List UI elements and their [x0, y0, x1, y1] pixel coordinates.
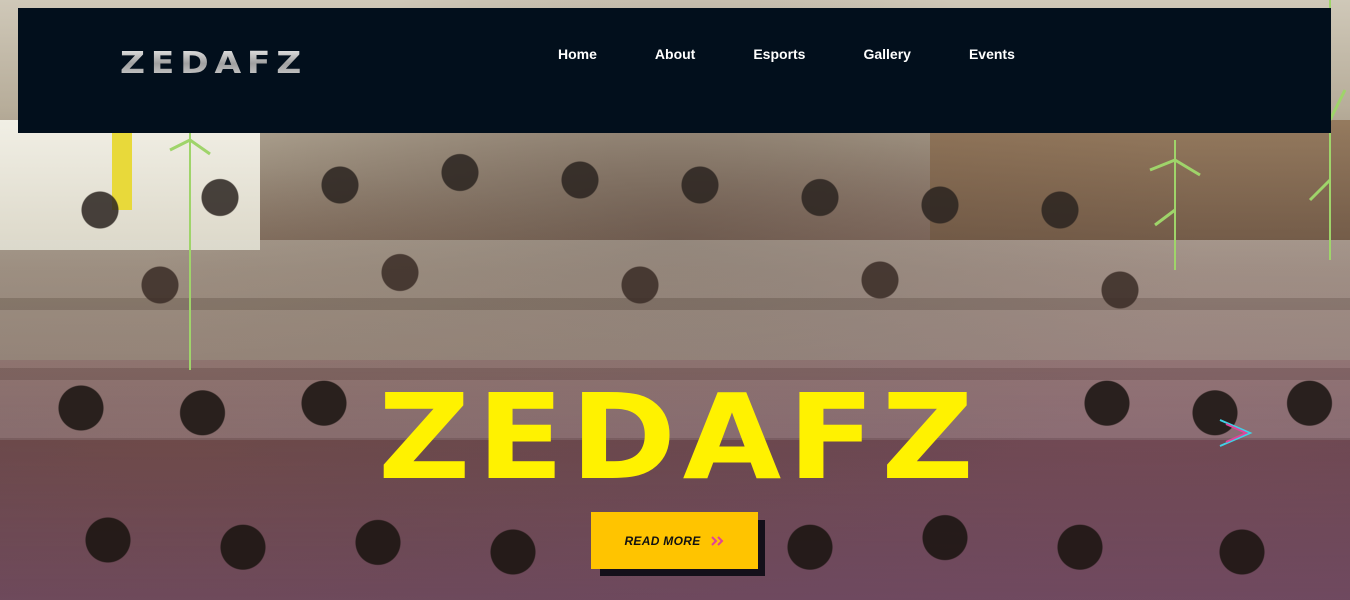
neon-arrow-icon — [1219, 419, 1253, 447]
hero-title: ZEDAFZ — [378, 368, 981, 506]
nav-esports[interactable]: Esports — [753, 46, 805, 62]
nav-about[interactable]: About — [655, 46, 695, 62]
double-chevron-right-icon — [710, 535, 723, 546]
main-nav: Home About Esports Gallery Events — [558, 46, 1073, 62]
hero-section: ZEDAFZ Home About Esports Gallery Events… — [0, 0, 1350, 600]
background-group-photo-back-rows — [40, 135, 1240, 385]
read-more-button[interactable]: READ MORE — [591, 512, 758, 569]
nav-gallery[interactable]: Gallery — [863, 46, 910, 62]
bamboo-leaf-decoration — [169, 130, 211, 370]
bamboo-leaf-decoration-mid — [1149, 140, 1201, 270]
nav-events[interactable]: Events — [969, 46, 1015, 62]
navbar: ZEDAFZ Home About Esports Gallery Events — [18, 8, 1331, 133]
read-more-label: READ MORE — [624, 533, 701, 548]
site-logo[interactable]: ZEDAFZ — [120, 46, 307, 81]
nav-home[interactable]: Home — [558, 46, 597, 62]
